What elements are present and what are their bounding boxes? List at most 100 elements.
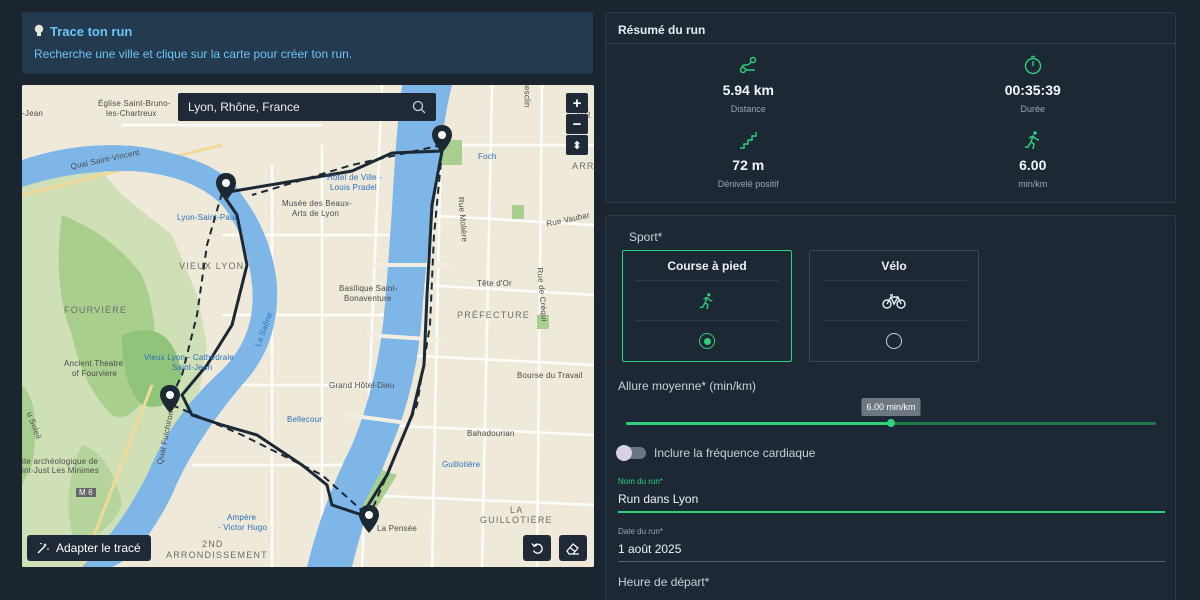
stat-label: min/km xyxy=(1018,179,1048,189)
pace-slider[interactable] xyxy=(626,419,1156,427)
run-form: Sport* Course à pied Vélo Allure moyenne… xyxy=(605,215,1176,600)
tip-title-row: Trace ton run xyxy=(34,22,581,40)
route-marker-2[interactable] xyxy=(216,173,236,201)
map-label: Vieux Lyon - Cathédrale xyxy=(144,353,234,362)
map-label: 2ND xyxy=(202,539,224,549)
route-marker-start[interactable] xyxy=(432,125,452,153)
map-label: ARR xyxy=(572,161,594,171)
eraser-icon xyxy=(566,542,579,555)
map-label: GUILLOTIÈRE xyxy=(480,515,553,525)
stairs-icon xyxy=(740,132,757,149)
stat-label: Durée xyxy=(1020,104,1045,114)
run-date-input[interactable] xyxy=(618,536,1165,562)
route-marker-4[interactable] xyxy=(359,505,379,533)
route-map[interactable]: Église Saint-Bruno- les-Chartreux -Jean … xyxy=(22,85,594,567)
stat-pace: 6.00 min/km xyxy=(891,129,1176,204)
sport-label: Sport* xyxy=(629,230,663,244)
lightbulb-icon xyxy=(34,24,44,36)
magic-wand-icon xyxy=(37,542,49,554)
undo-icon xyxy=(530,542,543,554)
search-icon[interactable] xyxy=(412,100,426,114)
tip-title: Trace ton run xyxy=(50,23,133,39)
run-name-label: Nom du run* xyxy=(618,477,663,486)
map-search-bar xyxy=(178,93,436,121)
map-label: Bahadourian xyxy=(467,429,515,438)
tip-text: Recherche une ville et clique sur la car… xyxy=(34,47,353,61)
sport-card-cycling[interactable]: Vélo xyxy=(809,250,979,362)
map-label: LA xyxy=(510,505,524,515)
run-date-field: Date du run* xyxy=(618,527,1165,562)
runner-icon xyxy=(1024,131,1039,150)
map-label: -Jean xyxy=(22,109,44,118)
map-zoom-controls: + − ⬍ xyxy=(566,93,588,155)
pace-slider-thumb[interactable] xyxy=(887,419,895,427)
map-label: Musée des Beaux- xyxy=(282,199,352,208)
route-icon xyxy=(740,56,757,74)
sport-radio-cycling[interactable] xyxy=(886,333,902,349)
map-label: Lyon-Saint-Paul xyxy=(177,213,237,222)
undo-button[interactable] xyxy=(523,535,551,561)
stat-duration: 00:35:39 Durée xyxy=(891,54,1176,129)
summary-stats: 5.94 km Distance 00:35:39 Durée 72 m Dén… xyxy=(606,44,1175,204)
map-label: Ancient Theatre xyxy=(64,359,124,368)
map-label: uesclin xyxy=(522,85,532,108)
map-label: PRÉFECTURE xyxy=(457,310,531,320)
map-label: Saint-Jean xyxy=(172,363,213,372)
map-label: M 6 xyxy=(76,488,96,497)
map-label: Tête d'Or xyxy=(477,279,512,288)
map-label: of Fourviere xyxy=(72,369,118,378)
bike-icon xyxy=(882,293,906,309)
run-name-input[interactable] xyxy=(618,486,1165,513)
stat-value: 72 m xyxy=(732,157,765,173)
sport-radio-running[interactable] xyxy=(699,333,715,349)
map-label: les-Chartreux xyxy=(106,109,157,118)
pace-tooltip: 6.00 min/km xyxy=(861,398,921,416)
pace-label: Allure moyenne* (min/km) xyxy=(618,379,757,393)
stat-label: Distance xyxy=(730,104,766,114)
sport-name: Vélo xyxy=(822,251,966,281)
run-date-label: Date du run* xyxy=(618,527,663,536)
heart-rate-label: Inclure la fréquence cardiaque xyxy=(654,446,816,460)
summary-title: Résumé du run xyxy=(606,13,1175,44)
compass-button[interactable]: ⬍ xyxy=(566,135,588,155)
map-label: ite archéologique de xyxy=(22,457,99,466)
sport-name: Course à pied xyxy=(635,251,779,281)
stat-value: 5.94 km xyxy=(722,82,774,98)
stat-elevation: 72 m Dénivelé positif xyxy=(606,129,891,204)
map-label: VIEUX LYON xyxy=(179,261,245,271)
timer-icon xyxy=(1024,55,1041,75)
map-label: Grand Hôtel-Dieu xyxy=(329,381,395,390)
map-label: FOURVIÈRE xyxy=(64,305,128,315)
map-label: ARRONDISSEMENT xyxy=(166,550,268,560)
map-label: Basilique Saint- xyxy=(339,284,398,293)
stat-value: 00:35:39 xyxy=(1004,82,1061,98)
map-label: Louis Pradel xyxy=(330,183,377,192)
stat-label: Dénivelé positif xyxy=(717,179,779,189)
map-label: Bonaventure xyxy=(344,294,392,303)
zoom-out-button[interactable]: − xyxy=(566,114,588,134)
map-label: Hôtel de Ville - xyxy=(327,173,383,182)
runner-icon xyxy=(699,292,713,309)
zoom-in-button[interactable]: + xyxy=(566,93,588,113)
map-label: Église Saint-Bruno- xyxy=(98,99,171,108)
pace-slider-fill xyxy=(626,422,891,425)
erase-button[interactable] xyxy=(559,535,587,561)
map-label: Arts de Lyon xyxy=(292,209,340,218)
map-label: Guillotière xyxy=(442,460,481,469)
map-label: Bellecour xyxy=(287,415,323,424)
map-label: La Pensée xyxy=(377,524,418,533)
map-label: Foch xyxy=(478,152,497,161)
sport-card-running[interactable]: Course à pied xyxy=(622,250,792,362)
map-label: Ampère xyxy=(227,513,257,522)
map-label: int-Just Les Minimes xyxy=(22,466,99,475)
heart-rate-toggle-row: Inclure la fréquence cardiaque xyxy=(616,445,816,461)
map-label: - Victor Hugo xyxy=(218,523,268,532)
map-search-input[interactable] xyxy=(188,100,412,114)
run-summary-panel: Résumé du run 5.94 km Distance 00:35:39 … xyxy=(605,12,1176,203)
route-marker-3[interactable] xyxy=(160,385,180,413)
stat-value: 6.00 xyxy=(1019,157,1047,173)
run-name-field: Nom du run* xyxy=(618,477,1165,513)
heart-rate-toggle[interactable] xyxy=(616,445,646,461)
adapt-route-button[interactable]: Adapter le tracé xyxy=(27,535,151,561)
tip-banner: Trace ton run Recherche une ville et cli… xyxy=(22,12,593,74)
